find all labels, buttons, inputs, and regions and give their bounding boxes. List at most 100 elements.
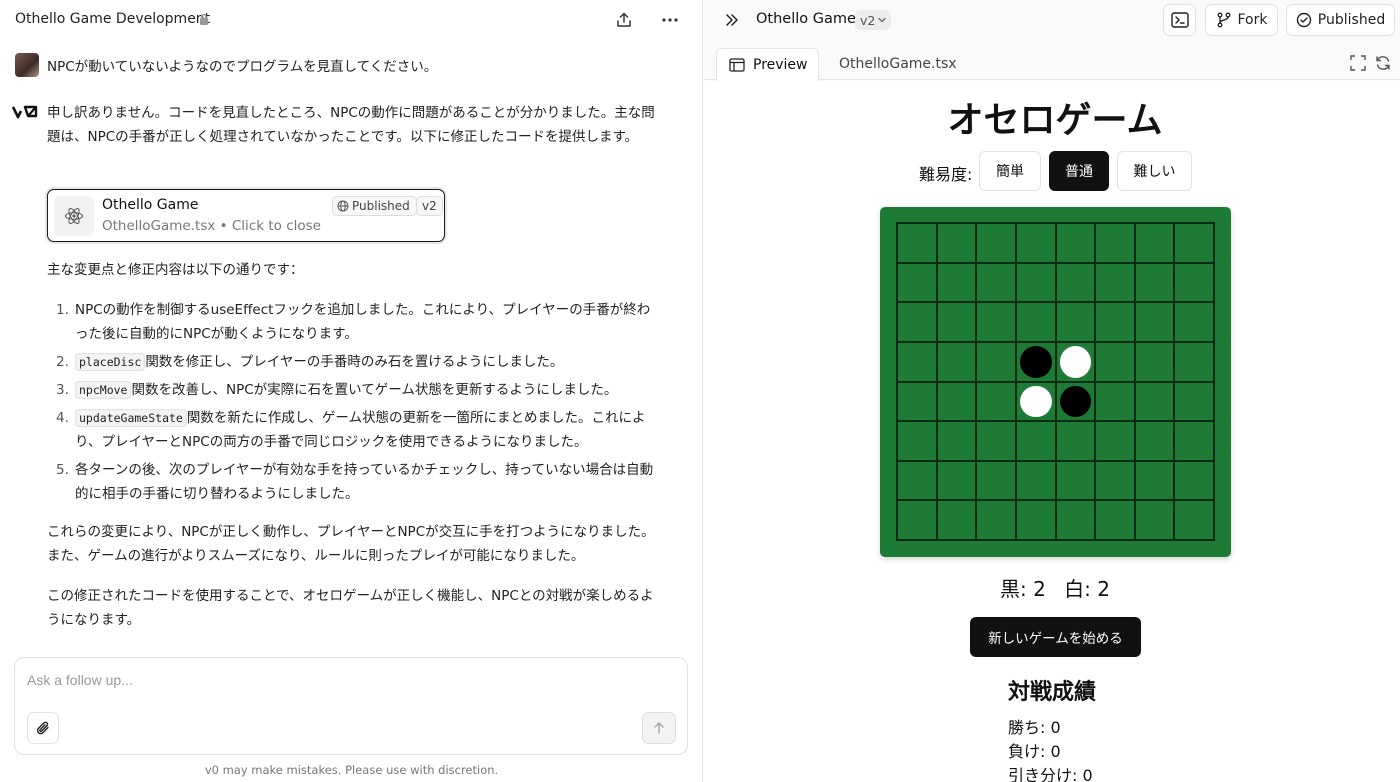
board-cell[interactable]: [1134, 223, 1175, 263]
list-item: 2. placeDisc 関数を修正し、プレイヤーの手番時のみ石を置けるようにしま…: [47, 350, 659, 374]
board-cell[interactable]: [897, 223, 937, 263]
published-button[interactable]: Published: [1286, 4, 1395, 36]
board-cell[interactable]: [1015, 421, 1056, 461]
board-cell[interactable]: [1015, 460, 1056, 501]
board-cell[interactable]: [976, 500, 1016, 540]
list-text: 関数を改善し、NPCが実際に石を置いてゲーム状態を更新するようにしました。: [131, 382, 618, 398]
board-cell[interactable]: [897, 500, 937, 540]
artifact-card[interactable]: Othello Game OthelloGame.tsx • Click to …: [47, 189, 445, 242]
board-cell[interactable]: [1095, 302, 1135, 342]
attach-button[interactable]: [27, 712, 59, 744]
difficulty-normal-button[interactable]: 普通: [1049, 151, 1109, 191]
board-cell[interactable]: [1055, 262, 1096, 303]
board-cell[interactable]: [897, 302, 937, 342]
board-cell[interactable]: [1174, 421, 1214, 461]
white-disc: [1019, 385, 1052, 418]
board-cell[interactable]: [897, 460, 937, 501]
board-cell[interactable]: [1134, 341, 1175, 382]
board-cell[interactable]: [936, 500, 977, 540]
board-cell[interactable]: [1134, 421, 1175, 461]
board-grid: [896, 222, 1215, 541]
board-cell[interactable]: [1055, 302, 1096, 342]
board-cell[interactable]: [936, 341, 977, 382]
board-cell[interactable]: [1134, 262, 1175, 303]
fork-icon: [1217, 12, 1230, 28]
board-cell[interactable]: [1174, 500, 1214, 540]
lock-icon: [200, 13, 208, 25]
board-cell[interactable]: [1095, 262, 1135, 303]
project-title[interactable]: Othello Game Development: [15, 11, 210, 27]
share-button[interactable]: [612, 8, 636, 32]
console-button[interactable]: [1163, 4, 1196, 36]
more-options-button[interactable]: [658, 8, 682, 32]
board-cell[interactable]: [976, 381, 1016, 422]
board-cell[interactable]: [1055, 223, 1096, 263]
board-cell[interactable]: [1095, 341, 1135, 382]
record-losses: 負け: 0: [1008, 742, 1061, 761]
record-draws: 引き分け: 0: [1008, 766, 1093, 782]
board-cell[interactable]: [1134, 460, 1175, 501]
board-cell[interactable]: [897, 381, 937, 422]
board-cell[interactable]: [1095, 421, 1135, 461]
board-cell[interactable]: [936, 223, 977, 263]
user-message: NPCが動いていないようなのでプログラムを見直してください。: [47, 59, 438, 75]
send-button[interactable]: [642, 712, 676, 744]
board-cell[interactable]: [897, 262, 937, 303]
board-cell[interactable]: [1134, 302, 1175, 342]
new-game-button[interactable]: 新しいゲームを始める: [970, 617, 1141, 657]
board-cell[interactable]: [1055, 421, 1096, 461]
board-cell[interactable]: [1174, 460, 1214, 501]
board-cell[interactable]: [1134, 500, 1175, 540]
board-cell[interactable]: [1015, 500, 1056, 540]
refresh-icon[interactable]: [1375, 55, 1391, 71]
board-cell[interactable]: [1174, 341, 1214, 382]
difficulty-easy-button[interactable]: 簡単: [979, 151, 1041, 191]
board-cell[interactable]: [1055, 341, 1096, 382]
board-cell[interactable]: [976, 421, 1016, 461]
board-cell[interactable]: [1174, 223, 1214, 263]
board-cell[interactable]: [1174, 302, 1214, 342]
inline-code: npcMove: [75, 381, 132, 399]
fullscreen-icon[interactable]: [1350, 55, 1366, 71]
board-cell[interactable]: [1055, 381, 1096, 422]
board-cell[interactable]: [1015, 381, 1056, 422]
board-cell[interactable]: [936, 302, 977, 342]
fork-button[interactable]: Fork: [1205, 4, 1278, 36]
final-paragraph: この修正されたコードを使用することで、オセロゲームが正しく機能し、NPCとの対戦…: [47, 588, 654, 628]
board-cell[interactable]: [936, 460, 977, 501]
difficulty-hard-button[interactable]: 難しい: [1117, 151, 1192, 191]
react-icon: [54, 196, 94, 236]
tab-preview[interactable]: Preview: [716, 48, 819, 81]
board-cell[interactable]: [1015, 341, 1056, 382]
board-cell[interactable]: [1095, 500, 1135, 540]
board-cell[interactable]: [1174, 381, 1214, 422]
board-cell[interactable]: [976, 223, 1016, 263]
board-cell[interactable]: [1134, 381, 1175, 422]
board-cell[interactable]: [1095, 381, 1135, 422]
board-cell[interactable]: [1174, 262, 1214, 303]
board-cell[interactable]: [936, 381, 977, 422]
tab-bar: Preview OthelloGame.tsx: [704, 48, 1400, 81]
board-cell[interactable]: [1015, 223, 1056, 263]
board-cell[interactable]: [897, 421, 937, 461]
version-selector[interactable]: v2: [855, 10, 892, 30]
board-cell[interactable]: [976, 302, 1016, 342]
board-cell[interactable]: [1055, 500, 1096, 540]
board-cell[interactable]: [1015, 262, 1056, 303]
board-cell[interactable]: [1095, 460, 1135, 501]
chat-header: Othello Game Development: [0, 0, 703, 40]
board-cell[interactable]: [936, 421, 977, 461]
board-cell[interactable]: [976, 262, 1016, 303]
board-cell[interactable]: [1095, 223, 1135, 263]
tab-code-file[interactable]: OthelloGame.tsx: [839, 56, 957, 72]
board-cell[interactable]: [936, 262, 977, 303]
followup-input[interactable]: [27, 670, 667, 690]
more-dots-icon: [662, 18, 678, 22]
board-cell[interactable]: [976, 460, 1016, 501]
collapse-panel-button[interactable]: [722, 10, 742, 30]
board-cell[interactable]: [1055, 460, 1096, 501]
board-cell[interactable]: [976, 341, 1016, 382]
board-cell[interactable]: [897, 341, 937, 382]
board-cell[interactable]: [1015, 302, 1056, 342]
othello-board: [880, 207, 1231, 557]
